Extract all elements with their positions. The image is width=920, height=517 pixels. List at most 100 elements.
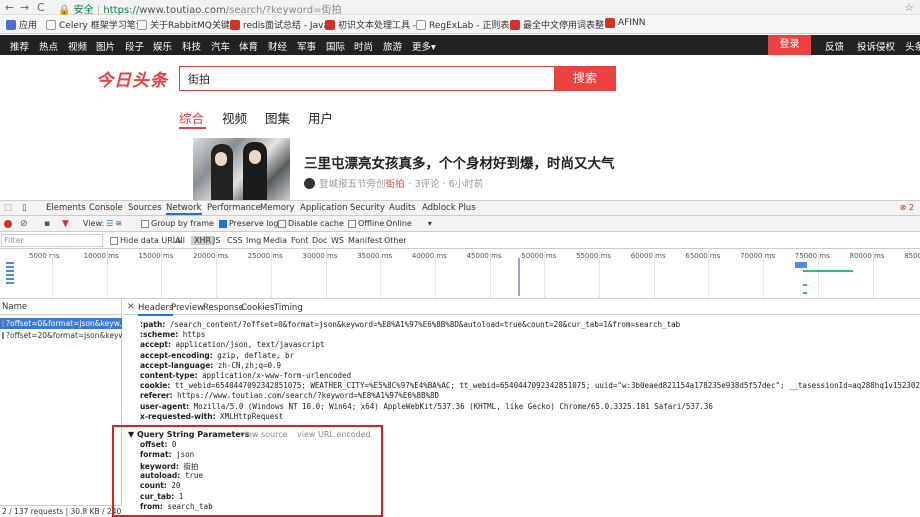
request-row[interactable]: ?offset=20&format=json&keyw... bbox=[0, 330, 122, 341]
tab-memory[interactable]: Memory bbox=[260, 203, 295, 213]
bookmark-item[interactable]: 最全中文停用词表整 bbox=[510, 18, 604, 31]
tab-cookies[interactable]: Cookies bbox=[241, 303, 274, 313]
nav-item[interactable]: 军事 bbox=[297, 39, 316, 53]
reload-icon[interactable]: C bbox=[37, 1, 45, 14]
feedback-link[interactable]: 反馈 bbox=[825, 39, 844, 53]
tab-timing[interactable]: Timing bbox=[274, 303, 303, 313]
filter-doc[interactable]: Doc bbox=[312, 236, 327, 245]
nav-item[interactable]: 汽车 bbox=[211, 39, 230, 53]
filter-manifest[interactable]: Manifest bbox=[348, 236, 382, 245]
nav-item[interactable]: 国际 bbox=[326, 39, 345, 53]
back-icon[interactable]: ← bbox=[5, 1, 14, 14]
tab-sources[interactable]: Sources bbox=[128, 203, 162, 213]
site-logo[interactable]: 今日头条 bbox=[96, 66, 168, 91]
login-button[interactable]: 登录 bbox=[768, 35, 811, 55]
filter-other[interactable]: Other bbox=[384, 236, 407, 245]
bookmark-item[interactable]: 关于RabbitMQ关键 bbox=[137, 18, 230, 31]
nav-more[interactable]: 更多▾ bbox=[412, 39, 436, 53]
query-string-section-toggle[interactable]: ▼ Query String Parameters bbox=[128, 430, 249, 439]
bookmark-star-icon[interactable]: ☆ bbox=[904, 1, 914, 14]
result-source[interactable]: 登城报五节旁创 bbox=[319, 176, 386, 190]
offline-checkbox[interactable] bbox=[348, 219, 356, 228]
nav-item[interactable]: 段子 bbox=[125, 39, 144, 53]
group-by-frame-checkbox[interactable] bbox=[141, 219, 149, 228]
tab-gallery[interactable]: 图集 bbox=[265, 108, 290, 127]
nav-item[interactable]: 娱乐 bbox=[153, 39, 172, 53]
tab-adblock[interactable]: Adblock Plus bbox=[422, 203, 476, 213]
hide-data-urls-toggle[interactable]: Hide data URLs bbox=[110, 236, 181, 245]
nav-item[interactable]: 热点 bbox=[39, 39, 58, 53]
filter-all[interactable]: All bbox=[175, 236, 185, 245]
filter-ws[interactable]: WS bbox=[331, 236, 344, 245]
filter-input[interactable]: Filter bbox=[1, 234, 103, 247]
filter-img[interactable]: Img bbox=[246, 236, 261, 245]
forward-icon[interactable]: → bbox=[20, 1, 29, 14]
filter-icon[interactable]: ▼ bbox=[62, 219, 69, 229]
inspect-icon[interactable]: ⬚ bbox=[4, 203, 12, 213]
hide-data-urls-checkbox[interactable] bbox=[110, 236, 118, 245]
timeline-bar bbox=[803, 292, 807, 294]
filter-font[interactable]: Font bbox=[291, 236, 308, 245]
preserve-log-toggle[interactable]: Preserve log bbox=[219, 219, 279, 228]
nav-item[interactable]: 科技 bbox=[182, 39, 201, 53]
device-icon[interactable]: ▯ bbox=[22, 203, 27, 213]
large-rows-icon[interactable]: ☰ bbox=[106, 219, 113, 228]
nav-item[interactable]: 推荐 bbox=[10, 39, 29, 53]
tab-performance[interactable]: Performance bbox=[207, 203, 261, 213]
bookmark-item[interactable]: RegExLab - 正则表 bbox=[416, 18, 509, 31]
tab-security[interactable]: Security bbox=[350, 203, 385, 213]
tab-application[interactable]: Application bbox=[300, 203, 348, 213]
tab-console[interactable]: Console bbox=[89, 203, 123, 213]
complaint-link[interactable]: 投诉侵权 bbox=[857, 39, 895, 53]
header-value: /search_content/?offset=0&format=json&ke… bbox=[169, 320, 681, 329]
group-by-frame-toggle[interactable]: Group by frame bbox=[141, 219, 214, 228]
filter-css[interactable]: CSS bbox=[227, 236, 243, 245]
name-column-header[interactable]: Name bbox=[0, 300, 122, 315]
tab-response[interactable]: Response bbox=[203, 303, 244, 313]
bookmark-item[interactable]: AFINN bbox=[605, 18, 645, 28]
nav-item[interactable]: 图片 bbox=[96, 39, 115, 53]
tab-video[interactable]: 视频 bbox=[222, 108, 247, 127]
nav-item[interactable]: 视频 bbox=[68, 39, 87, 53]
bookmark-item[interactable]: 初识文本处理工具 - bbox=[325, 18, 416, 31]
bookmark-item[interactable]: Celery 框架学习笔记 bbox=[46, 18, 145, 31]
nav-item[interactable]: 时尚 bbox=[354, 39, 373, 53]
result-thumbnail[interactable] bbox=[193, 138, 290, 201]
tab-users[interactable]: 用户 bbox=[308, 108, 333, 127]
tab-preview[interactable]: Preview bbox=[171, 303, 204, 313]
tab-network[interactable]: Network bbox=[166, 203, 202, 215]
tab-all[interactable]: 综合 bbox=[179, 108, 204, 127]
search-button[interactable]: 搜索 bbox=[554, 66, 616, 91]
filter-media[interactable]: Media bbox=[263, 236, 287, 245]
search-input[interactable]: 街拍 bbox=[179, 66, 554, 91]
clear-icon[interactable]: ⊘ bbox=[20, 219, 28, 229]
disable-cache-toggle[interactable]: Disable cache bbox=[278, 219, 344, 228]
error-count-badge[interactable]: ⊗ 2 bbox=[900, 203, 914, 212]
close-icon[interactable]: ✕ bbox=[127, 302, 135, 312]
tab-elements[interactable]: Elements bbox=[46, 203, 86, 213]
throttling-select[interactable]: Online ▾ bbox=[386, 219, 432, 228]
nav-item[interactable]: 旅游 bbox=[383, 39, 402, 53]
view-url-encoded-link[interactable]: view URL encoded bbox=[297, 430, 371, 439]
record-button[interactable] bbox=[4, 220, 12, 228]
nav-item[interactable]: 财经 bbox=[268, 39, 287, 53]
header-row: x-requested-with: XMLHttpRequest bbox=[140, 412, 283, 421]
camera-icon[interactable]: ▪ bbox=[44, 219, 50, 229]
result-headline[interactable]: 三里屯漂亮女孩真多，个个身材好到爆，时尚又大气 bbox=[304, 152, 615, 172]
nav-item[interactable]: 体育 bbox=[239, 39, 258, 53]
tab-headers[interactable]: Headers bbox=[138, 303, 174, 316]
address-bar[interactable]: 🔒 安全 | https://www.toutiao.com/search/?k… bbox=[58, 1, 341, 16]
toutiao-link[interactable]: 头条 bbox=[905, 39, 920, 53]
preserve-log-checkbox[interactable] bbox=[219, 219, 227, 228]
bookmark-item[interactable]: redis面试总结 - Java bbox=[230, 18, 329, 31]
filter-js[interactable]: JS bbox=[213, 236, 220, 245]
overview-icon[interactable]: ≋ bbox=[115, 219, 122, 228]
disable-cache-checkbox[interactable] bbox=[278, 219, 286, 228]
view-source-link[interactable]: view source bbox=[240, 430, 288, 439]
timeline-bar bbox=[803, 270, 853, 272]
bookmark-item[interactable]: 应用 bbox=[6, 18, 37, 31]
filter-xhr[interactable]: XHR bbox=[191, 236, 215, 245]
offline-toggle[interactable]: Offline bbox=[348, 219, 384, 228]
tab-audits[interactable]: Audits bbox=[389, 203, 416, 213]
request-row-selected[interactable]: ?offset=0&format=json&keyw... bbox=[0, 318, 122, 329]
